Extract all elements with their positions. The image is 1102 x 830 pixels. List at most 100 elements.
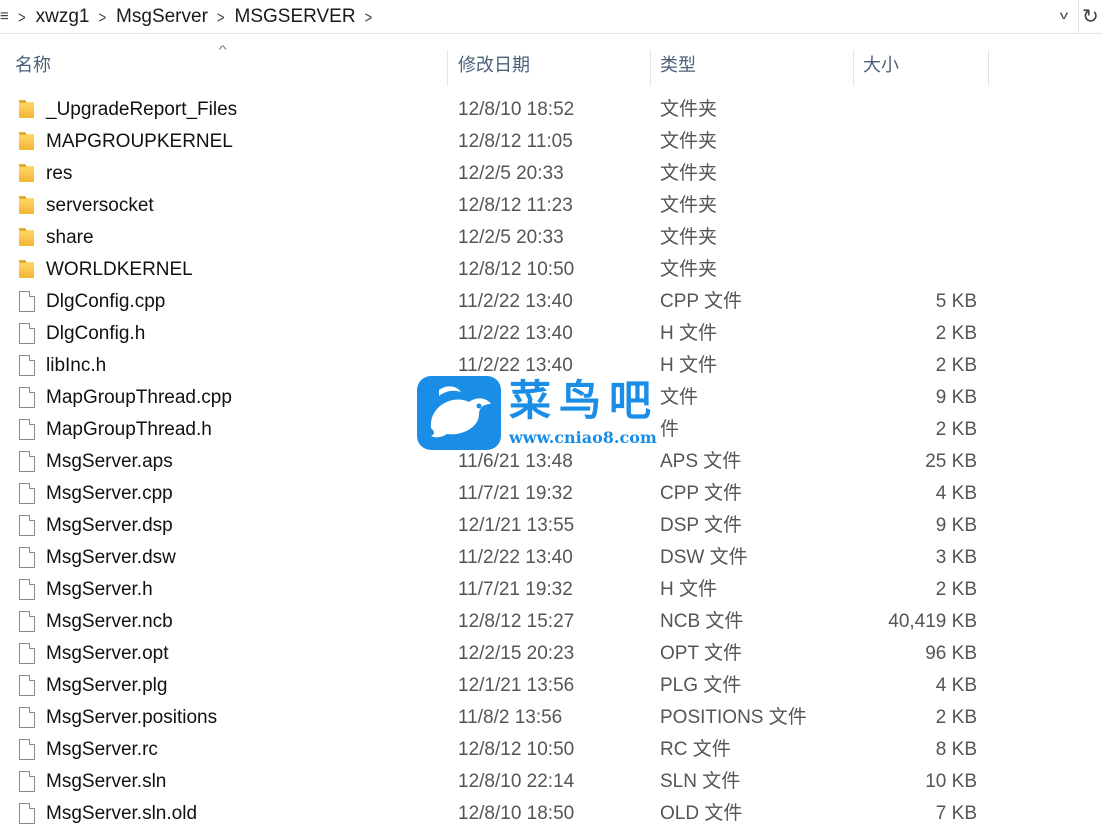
file-row[interactable]: res 12/2/5 20:33 文件夹 bbox=[0, 158, 990, 190]
file-type: DSP 文件 bbox=[660, 515, 743, 536]
file-name: MsgServer.h bbox=[46, 579, 153, 600]
file-row[interactable]: share 12/2/5 20:33 文件夹 bbox=[0, 222, 990, 254]
file-size: 2 KB bbox=[935, 419, 977, 440]
file-size: 9 KB bbox=[935, 387, 977, 408]
file-size: 2 KB bbox=[935, 579, 977, 600]
file-type: OPT 文件 bbox=[660, 643, 742, 664]
file-type: 文件夹 bbox=[660, 131, 718, 152]
file-row[interactable]: MsgServer.ncb 12/8/12 15:27 NCB 文件 40,419 K… bbox=[0, 606, 990, 638]
file-row[interactable]: MsgServer.dsw 11/2/22 13:40 DSW 文件 3 KB bbox=[0, 542, 990, 574]
file-date: 11/2/22 13:40 bbox=[458, 355, 573, 376]
column-header-size[interactable]: 大小 bbox=[854, 46, 989, 86]
file-type: APS 文件 bbox=[660, 451, 742, 472]
address-bar: ≡ > xwzg1 > MsgServer > MSGSERVER > v ↻ bbox=[0, 0, 1102, 34]
column-resize-handle[interactable] bbox=[988, 50, 989, 86]
file-row[interactable]: MsgServer.sln 12/8/10 22:14 SLN 文件 10 KB bbox=[0, 766, 990, 798]
chevron-right-icon[interactable]: > bbox=[217, 8, 225, 27]
file-row[interactable]: libInc.h 11/2/22 13:40 H 文件 2 KB bbox=[0, 350, 990, 382]
file-row[interactable]: WORLDKERNEL 12/8/12 10:50 文件夹 bbox=[0, 254, 990, 286]
file-type: PLG 文件 bbox=[660, 675, 742, 696]
file-name: MsgServer.cpp bbox=[46, 483, 173, 504]
file-size: 7 KB bbox=[935, 803, 977, 824]
breadcrumb[interactable]: ≡ > xwzg1 > MsgServer > MSGSERVER > bbox=[0, 0, 1078, 34]
file-name: MsgServer.plg bbox=[46, 675, 168, 696]
file-type: NCB 文件 bbox=[660, 611, 744, 632]
file-name: MAPGROUPKERNEL bbox=[46, 131, 233, 152]
file-size: 4 KB bbox=[935, 675, 977, 696]
file-icon bbox=[18, 291, 36, 313]
breadcrumb-item-msgserver[interactable]: MsgServer bbox=[113, 6, 211, 28]
file-name: MsgServer.opt bbox=[46, 643, 169, 664]
chevron-right-icon[interactable]: > bbox=[365, 8, 373, 27]
file-type: POSITIONS 文件 bbox=[660, 707, 807, 728]
file-icon bbox=[18, 355, 36, 377]
file-row[interactable]: MsgServer.sln.old 12/8/10 18:50 OLD 文件 7 KB bbox=[0, 798, 990, 830]
file-row[interactable]: MsgServer.positions 11/8/2 13:56 POSITIONS… bbox=[0, 702, 990, 734]
file-row[interactable]: MsgServer.dsp 12/1/21 13:55 DSP 文件 9 KB bbox=[0, 510, 990, 542]
file-row[interactable]: serversocket 12/8/12 11:23 文件夹 bbox=[0, 190, 990, 222]
file-type: 文件夹 bbox=[660, 99, 718, 120]
file-type: 文件夹 bbox=[660, 259, 718, 280]
file-size: 8 KB bbox=[935, 739, 977, 760]
file-size: 5 KB bbox=[935, 291, 977, 312]
file-row[interactable]: _UpgradeReport_Files 12/8/10 18:52 文件夹 bbox=[0, 94, 990, 126]
column-header-name-label: 名称 bbox=[15, 55, 51, 75]
file-date: 12/8/10 22:14 bbox=[458, 771, 575, 792]
file-name: MsgServer.aps bbox=[46, 451, 173, 472]
column-header-name[interactable]: 名称 bbox=[0, 46, 448, 86]
chevron-right-icon[interactable]: > bbox=[18, 8, 26, 27]
file-icon bbox=[18, 739, 36, 761]
folder-icon bbox=[18, 259, 36, 281]
file-date: 12/1/21 13:56 bbox=[458, 675, 575, 696]
file-icon bbox=[18, 483, 36, 505]
file-name: MsgServer.sln.old bbox=[46, 803, 198, 824]
column-header-type[interactable]: 类型 bbox=[651, 46, 854, 86]
file-row[interactable]: MsgServer.cpp 11/7/21 19:32 CPP 文件 4 KB bbox=[0, 478, 990, 510]
column-header-date[interactable]: 修改日期 bbox=[448, 46, 651, 86]
file-icon bbox=[18, 515, 36, 537]
chevron-down-icon[interactable]: v bbox=[1050, 8, 1078, 26]
folder-icon bbox=[18, 227, 36, 249]
file-row[interactable]: MsgServer.rc 12/8/12 10:50 RC 文件 8 KB bbox=[0, 734, 990, 766]
folder-icon bbox=[18, 99, 36, 121]
file-size: 40,419 KB bbox=[888, 611, 977, 632]
file-row[interactable]: MAPGROUPKERNEL 12/8/12 11:05 文件夹 bbox=[0, 126, 990, 158]
file-size: 3 KB bbox=[935, 547, 977, 568]
breadcrumb-overflow-icon[interactable]: ≡ bbox=[0, 7, 8, 27]
file-row[interactable]: DlgConfig.cpp 11/2/22 13:40 CPP 文件 5 KB bbox=[0, 286, 990, 318]
file-row[interactable]: MsgServer.aps 11/6/21 13:48 APS 文件 25 KB bbox=[0, 446, 990, 478]
file-date: 12/8/12 15:27 bbox=[458, 611, 575, 632]
file-name: res bbox=[46, 163, 73, 184]
file-size: 2 KB bbox=[935, 323, 977, 344]
divider bbox=[1078, 0, 1079, 34]
file-row[interactable]: MsgServer.h 11/7/21 19:32 H 文件 2 KB bbox=[0, 574, 990, 606]
file-icon bbox=[18, 643, 36, 665]
file-date: 12/2/15 20:23 bbox=[458, 643, 575, 664]
file-date: 11/7/21 19:32 bbox=[458, 579, 573, 600]
file-name: MsgServer.dsw bbox=[46, 547, 176, 568]
file-row[interactable]: MsgServer.plg 12/1/21 13:56 PLG 文件 4 KB bbox=[0, 670, 990, 702]
file-name: libInc.h bbox=[46, 355, 107, 376]
file-type: 文件夹 bbox=[660, 195, 718, 216]
file-type: CPP 文件 bbox=[660, 483, 743, 504]
file-date: 11/7/21 19:32 bbox=[458, 483, 573, 504]
file-date: 12/1/21 13:55 bbox=[458, 515, 575, 536]
file-row[interactable]: MapGroupThread.h 件 2 KB bbox=[0, 414, 990, 446]
file-type: 文件 bbox=[660, 387, 699, 408]
breadcrumb-item-xwzg1[interactable]: xwzg1 bbox=[33, 6, 93, 28]
file-icon bbox=[18, 771, 36, 793]
file-row[interactable]: MapGroupThread.cpp 文件 9 KB bbox=[0, 382, 990, 414]
file-date: 12/8/12 10:50 bbox=[458, 259, 575, 280]
breadcrumb-item-msgserver-current[interactable]: MSGSERVER bbox=[232, 6, 359, 28]
file-row[interactable]: DlgConfig.h 11/2/22 13:40 H 文件 2 KB bbox=[0, 318, 990, 350]
file-name: MsgServer.sln bbox=[46, 771, 167, 792]
file-icon bbox=[18, 611, 36, 633]
file-size: 2 KB bbox=[935, 355, 977, 376]
file-size: 96 KB bbox=[925, 643, 977, 664]
file-size: 25 KB bbox=[925, 451, 977, 472]
file-row[interactable]: MsgServer.opt 12/2/15 20:23 OPT 文件 96 KB bbox=[0, 638, 990, 670]
refresh-icon[interactable]: ↻ bbox=[1082, 4, 1102, 30]
file-type: 文件夹 bbox=[660, 227, 718, 248]
column-header-type-label: 类型 bbox=[660, 55, 696, 75]
chevron-right-icon[interactable]: > bbox=[98, 8, 106, 27]
